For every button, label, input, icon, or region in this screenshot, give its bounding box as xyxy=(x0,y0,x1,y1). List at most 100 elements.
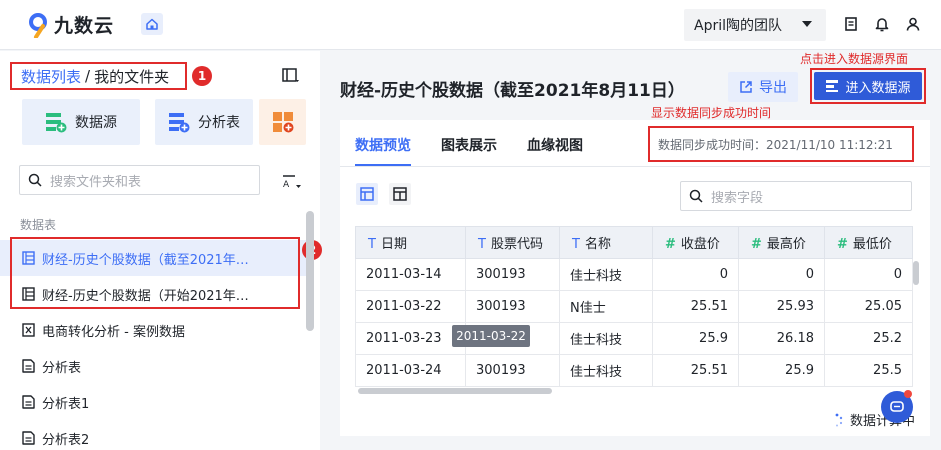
table-cell[interactable]: 25.5 xyxy=(824,354,913,387)
table-view-button[interactable] xyxy=(356,183,378,205)
page-title: 财经-历史个股数据（截至2021年8月11日） xyxy=(340,81,685,101)
table-item-label: 分析表2 xyxy=(42,432,90,448)
number-type-icon: # xyxy=(665,237,676,252)
user-icon[interactable] xyxy=(905,16,921,32)
table-item-analysis[interactable]: 分析表 xyxy=(0,348,306,384)
column-header-label: 日期 xyxy=(380,237,407,252)
table-cell[interactable]: 300193 xyxy=(465,290,560,323)
export-label: 导出 xyxy=(759,80,787,96)
table-row: 2011-03-22 300193 N佳士 25.51 25.93 25.05 xyxy=(355,290,913,323)
table-cell[interactable]: 25.9 xyxy=(652,322,739,355)
table-cell[interactable]: 佳士科技 xyxy=(559,322,653,355)
excel-table-icon xyxy=(22,323,35,337)
column-header[interactable]: T 股票代码 xyxy=(465,226,560,259)
analysis-table-icon xyxy=(22,431,35,445)
search-icon xyxy=(28,173,42,187)
column-header-label: 股票代码 xyxy=(490,237,543,252)
number-type-icon: # xyxy=(751,237,762,252)
svg-text:A: A xyxy=(283,180,290,190)
tab-lineage-view[interactable]: 血缘视图 xyxy=(527,135,583,155)
annotation-highlight-tables xyxy=(10,237,300,309)
table-cell[interactable]: 26.18 xyxy=(738,322,825,355)
app-logo[interactable]: 九数云 xyxy=(26,11,114,38)
annotation-note-sync: 显示数据同步成功时间 xyxy=(651,106,772,120)
table-view-icon xyxy=(360,187,374,201)
text-type-icon: T xyxy=(368,237,376,252)
tab-chart-display[interactable]: 图表展示 xyxy=(441,135,497,155)
folder-view-icon[interactable] xyxy=(281,66,301,86)
table-item-ecommerce-conversion[interactable]: 电商转化分析 - 案例数据 xyxy=(0,312,306,348)
add-analysis-table-label: 分析表 xyxy=(198,115,240,131)
export-button[interactable]: 导出 xyxy=(728,72,798,102)
add-dashboard-button[interactable] xyxy=(259,99,306,145)
table-item-analysis-2[interactable]: 分析表2 xyxy=(0,420,306,450)
table-cell[interactable]: 0 xyxy=(652,258,739,291)
column-header[interactable]: T 日期 xyxy=(355,226,466,259)
table-cell[interactable]: 300193 xyxy=(465,354,560,387)
team-name: April陶的团队 xyxy=(694,18,782,34)
enter-datasource-label: 进入数据源 xyxy=(845,80,911,96)
sync-time-text: 数据同步成功时间：2021/11/10 11:12:21 xyxy=(658,137,893,152)
table-cell[interactable]: 0 xyxy=(738,258,825,291)
table-cell[interactable]: 2011-03-14 xyxy=(355,258,466,291)
table-cell[interactable]: 2011-03-23 xyxy=(355,322,466,355)
analysis-table-icon xyxy=(22,395,35,409)
table-item-label: 分析表 xyxy=(42,360,82,376)
table-cell[interactable]: 佳士科技 xyxy=(559,258,653,291)
section-label-tables: 数据表 xyxy=(20,218,57,232)
field-search-placeholder: 搜索字段 xyxy=(711,190,764,206)
caret-down-icon xyxy=(802,21,812,27)
table-row: 2011-03-23 佳士科技 25.9 26.18 25.2 xyxy=(355,322,913,355)
top-bar: 九数云 April陶的团队 xyxy=(0,0,941,50)
bell-icon[interactable] xyxy=(874,16,890,32)
table-cell[interactable]: 2011-03-24 xyxy=(355,354,466,387)
logo-text: 九数云 xyxy=(54,15,115,37)
table-cell[interactable]: 25.93 xyxy=(738,290,825,323)
table-cell[interactable]: 2011-03-22 xyxy=(355,290,466,323)
table-header-row: T 日期 T 股票代码 T 名称 # 收盘价 # 最高价 # 最低价 xyxy=(355,226,913,259)
add-datasource-label: 数据源 xyxy=(75,115,117,131)
table-cell[interactable]: 25.51 xyxy=(652,354,739,387)
table-row: 2011-03-14 300193 佳士科技 0 0 0 xyxy=(355,258,913,291)
text-type-icon: T xyxy=(478,237,486,252)
export-icon xyxy=(740,81,752,93)
column-header[interactable]: # 最高价 xyxy=(738,226,825,259)
table-cell[interactable]: N佳士 xyxy=(559,290,653,323)
column-header[interactable]: T 名称 xyxy=(559,226,653,259)
table-cell[interactable]: 25.05 xyxy=(824,290,913,323)
table-item-label: 电商转化分析 - 案例数据 xyxy=(42,324,185,340)
breadcrumb-root[interactable]: 数据列表 xyxy=(21,66,81,87)
sort-icon[interactable]: A xyxy=(281,173,303,191)
column-header[interactable]: # 收盘价 xyxy=(652,226,739,259)
table-cell[interactable]: 0 xyxy=(824,258,913,291)
table-cell[interactable]: 25.9 xyxy=(738,354,825,387)
table-vertical-scrollbar[interactable] xyxy=(913,261,919,285)
tab-data-preview[interactable]: 数据预览 xyxy=(355,135,411,155)
table-cell[interactable]: 佳士科技 xyxy=(559,354,653,387)
sync-time-status: 数据同步成功时间：2021/11/10 11:12:21 xyxy=(648,126,914,162)
home-button[interactable] xyxy=(141,13,163,35)
sidebar-scrollbar[interactable] xyxy=(306,211,314,331)
table-item-analysis-1[interactable]: 分析表1 xyxy=(0,384,306,420)
column-header[interactable]: # 最低价 xyxy=(824,226,913,259)
table-cell[interactable]: 25.51 xyxy=(652,290,739,323)
field-view-button[interactable] xyxy=(389,183,411,205)
table-cell[interactable]: 25.2 xyxy=(824,322,913,355)
field-search-input[interactable]: 搜索字段 xyxy=(680,181,912,211)
sidebar: 数据列表 / 我的文件夹 1 数据源 分析表 搜索文件夹和表 A 数据表 财经-… xyxy=(0,51,322,450)
document-icon[interactable] xyxy=(843,16,859,32)
breadcrumb-current: 我的文件夹 xyxy=(94,67,170,86)
dashboard-add-icon xyxy=(272,112,293,133)
team-selector[interactable]: April陶的团队 xyxy=(684,9,826,41)
field-view-icon xyxy=(393,187,407,201)
sidebar-search-placeholder: 搜索文件夹和表 xyxy=(50,174,142,190)
table-horizontal-scrollbar[interactable] xyxy=(358,388,552,394)
add-analysis-table-button[interactable]: 分析表 xyxy=(155,99,253,145)
number-type-icon: # xyxy=(837,237,848,252)
table-cell[interactable]: 300193 xyxy=(465,258,560,291)
add-datasource-button[interactable]: 数据源 xyxy=(22,99,140,145)
sidebar-search-input[interactable]: 搜索文件夹和表 xyxy=(19,165,260,195)
chat-icon xyxy=(890,401,904,412)
enter-datasource-button[interactable]: 进入数据源 xyxy=(814,72,922,100)
data-preview-table: T 日期 T 股票代码 T 名称 # 收盘价 # 最高价 # 最低价 2011-03-14 … xyxy=(355,226,913,387)
